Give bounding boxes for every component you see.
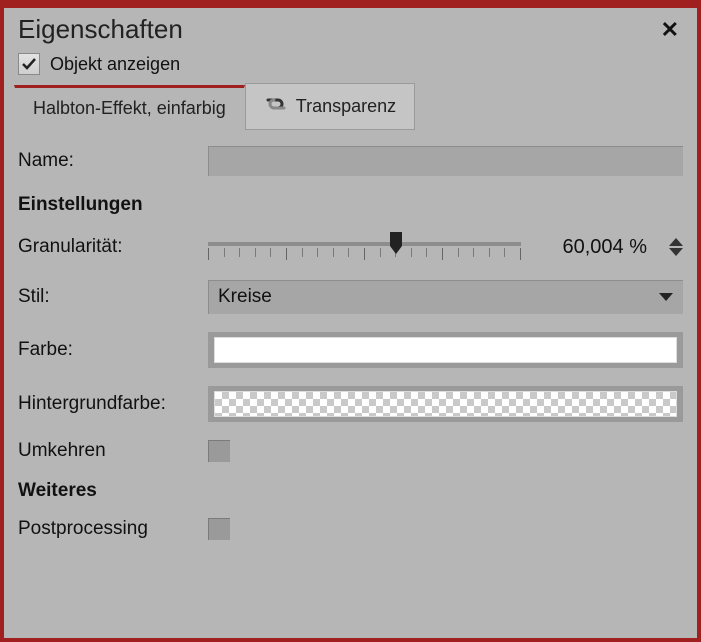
chevron-up-icon[interactable] (669, 238, 683, 246)
tab-transparency[interactable]: Transparenz (245, 83, 415, 130)
tab-transparency-label: Transparenz (296, 96, 396, 117)
bgcolor-picker[interactable] (208, 386, 683, 422)
invert-label: Umkehren (18, 440, 208, 462)
color-swatch (214, 337, 677, 363)
section-more: Weiteres (18, 480, 683, 502)
bgcolor-label: Hintergrundfarbe: (18, 393, 208, 415)
color-picker[interactable] (208, 332, 683, 368)
slider-thumb-icon[interactable] (388, 232, 404, 254)
granularity-stepper[interactable] (669, 238, 683, 256)
invert-checkbox[interactable] (208, 440, 230, 462)
tab-halftone[interactable]: Halbton-Effekt, einfarbig (14, 85, 245, 130)
granularity-value[interactable]: 60,004 % (537, 236, 647, 259)
name-label: Name: (18, 150, 208, 172)
postprocessing-checkbox[interactable] (208, 518, 230, 540)
style-label: Stil: (18, 286, 208, 308)
name-field[interactable] (208, 146, 683, 176)
close-icon[interactable]: ✕ (657, 17, 683, 43)
bgcolor-swatch (214, 391, 677, 417)
panel-title: Eigenschaften (18, 14, 183, 45)
transparency-icon (264, 94, 288, 119)
granularity-label: Granularität: (18, 236, 208, 258)
style-value: Kreise (218, 286, 272, 308)
granularity-slider[interactable] (208, 232, 521, 262)
chevron-down-icon (659, 293, 673, 301)
show-object-label: Objekt anzeigen (50, 54, 180, 75)
postprocessing-label: Postprocessing (18, 518, 208, 540)
tab-halftone-label: Halbton-Effekt, einfarbig (33, 98, 226, 119)
section-settings: Einstellungen (18, 194, 683, 216)
chevron-down-icon[interactable] (669, 248, 683, 256)
show-object-checkbox[interactable] (18, 53, 40, 75)
style-dropdown[interactable]: Kreise (208, 280, 683, 314)
color-label: Farbe: (18, 339, 208, 361)
